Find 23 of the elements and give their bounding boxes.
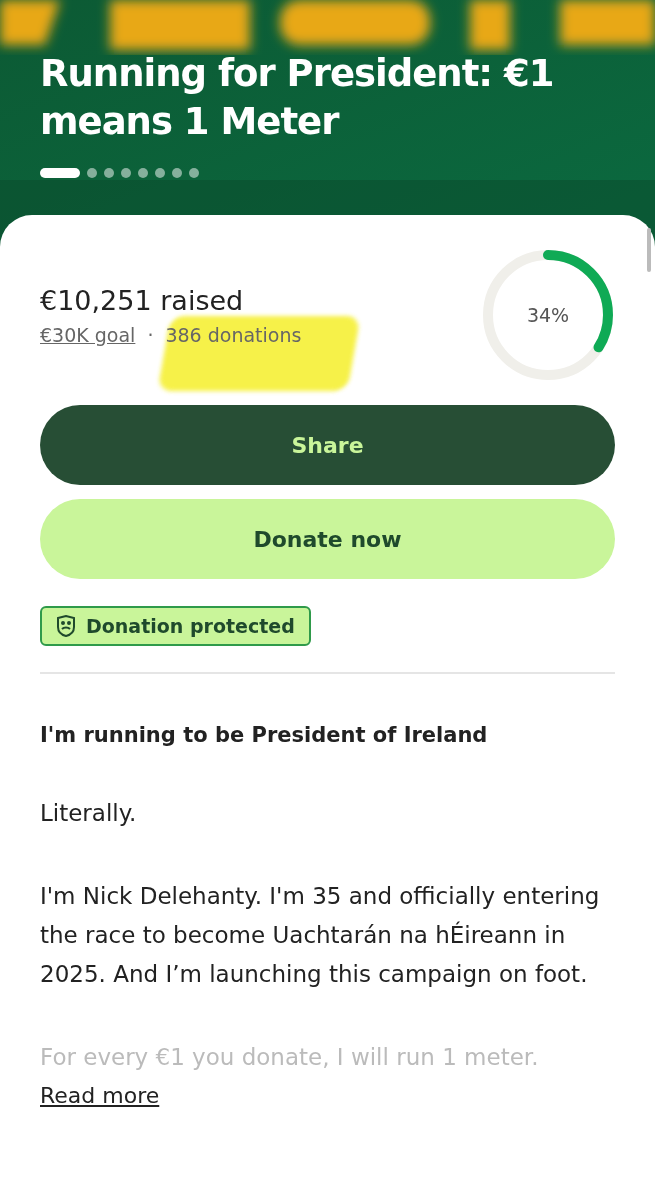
scrollbar: [647, 228, 651, 272]
carousel-dot[interactable]: [104, 168, 114, 178]
share-button[interactable]: Share: [40, 405, 615, 485]
donation-count: 386 donations: [165, 323, 302, 346]
carousel-dot[interactable]: [87, 168, 97, 178]
story-heading: I'm running to be President of Ireland: [40, 722, 489, 749]
story-paragraph: For every €1 you donate, I will run 1 meter.: [40, 1043, 540, 1072]
donate-button[interactable]: Donate now: [40, 499, 615, 579]
carousel-dot[interactable]: [172, 168, 182, 178]
badge-label: Donation protected: [86, 615, 295, 637]
story-paragraph: I'm Nick Delehanty. I'm 35 and officially entering the race to become Uachtarán na hÉireann in 2025. And I’m launching this campaign on foot.: [40, 882, 601, 989]
amount-raised: €10,251 raised: [40, 284, 245, 316]
carousel-dot[interactable]: [121, 168, 131, 178]
shield-icon: [56, 615, 76, 637]
carousel-dot[interactable]: [138, 168, 148, 178]
carousel-dot[interactable]: [155, 168, 165, 178]
read-more-link[interactable]: Read more: [40, 1083, 160, 1108]
story-paragraph: Literally.: [40, 799, 138, 828]
percent-label: 34%: [526, 304, 570, 326]
separator: ·: [147, 323, 154, 346]
campaign-title: Running for President: €1 means 1 Meter: [40, 51, 555, 145]
goal-link[interactable]: €30K goal: [40, 323, 136, 346]
carousel-dot[interactable]: [189, 168, 199, 178]
